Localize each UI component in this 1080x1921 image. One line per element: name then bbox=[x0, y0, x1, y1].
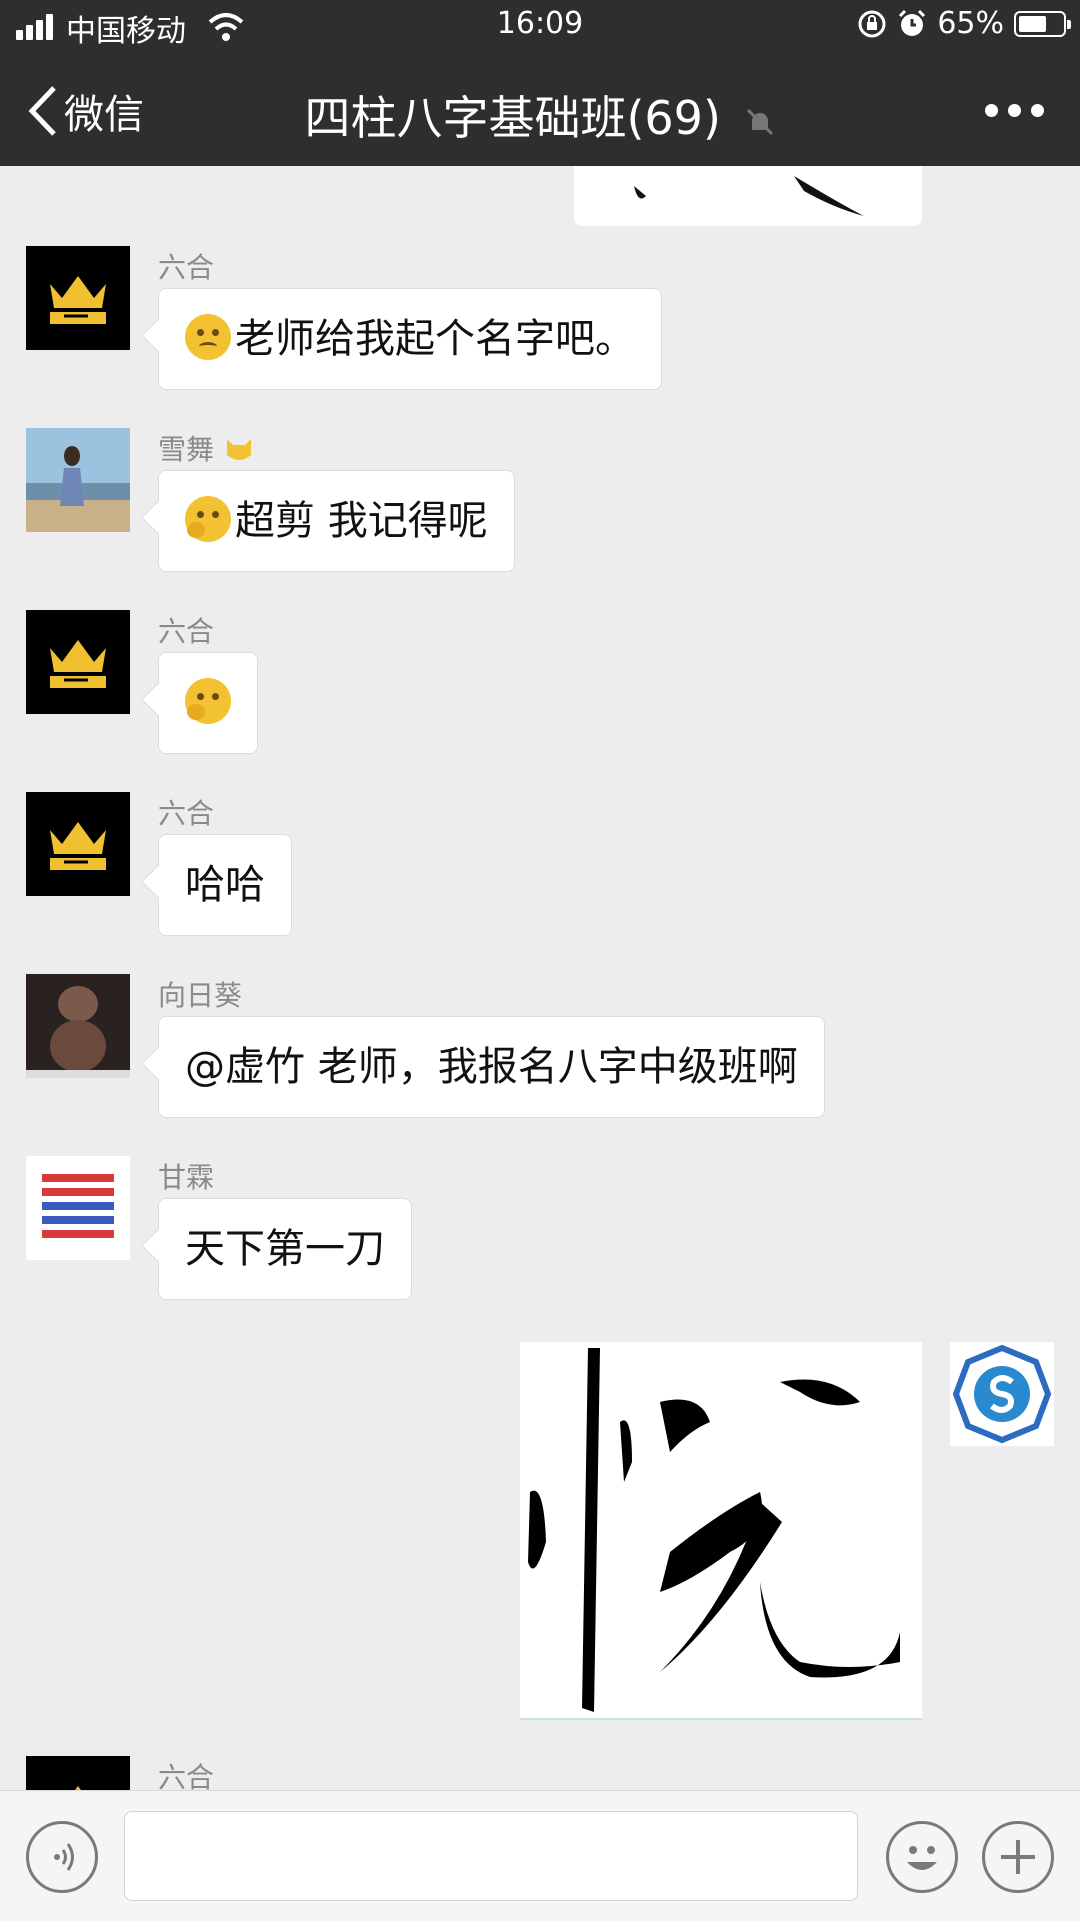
chat-title-text: 四柱八字基础班(69) bbox=[304, 91, 721, 145]
avatar[interactable] bbox=[26, 1756, 130, 1790]
message-bubble[interactable]: 哈哈 bbox=[158, 834, 292, 936]
mute-bell-icon bbox=[746, 108, 773, 135]
avatar[interactable] bbox=[26, 246, 130, 350]
sender-name: 向日葵 bbox=[158, 979, 243, 1012]
nav-bar: 微信 四柱八字基础班(69) bbox=[0, 54, 1080, 166]
chat-area[interactable]: 六合 老师给我起个名字吧。 雪舞 超剪 我记得呢 六合 六合 哈哈 向日葵 @虚… bbox=[0, 166, 1080, 1790]
battery-percent: 65% bbox=[937, 6, 1004, 41]
message-text: 老师给我起个名字吧。 bbox=[235, 316, 635, 362]
rotation-lock-icon bbox=[858, 10, 886, 37]
message-bubble[interactable] bbox=[158, 652, 258, 754]
more-icon bbox=[985, 104, 998, 117]
cat-emoji-icon bbox=[226, 439, 251, 460]
message-text: @虚竹 老师，我报名八字中级班啊 bbox=[185, 1044, 798, 1090]
thinking-emoji-icon bbox=[185, 496, 231, 542]
message-text: 天下第一刀 bbox=[185, 1226, 385, 1272]
message-text: 哈哈 bbox=[185, 862, 265, 908]
emoji-icon bbox=[185, 314, 231, 360]
image-message[interactable] bbox=[520, 1342, 922, 1720]
emoji-button[interactable] bbox=[886, 1821, 958, 1893]
avatar[interactable] bbox=[26, 610, 130, 714]
message-bubble[interactable]: 老师给我起个名字吧。 bbox=[158, 288, 662, 390]
top-bar: 中国移动 16:09 65% 微信 四柱八字基础班(69) bbox=[0, 0, 1080, 166]
voice-button[interactable] bbox=[26, 1821, 98, 1893]
thinking-emoji-icon bbox=[185, 678, 231, 724]
sender-name: 六合 bbox=[158, 1761, 215, 1790]
alarm-icon bbox=[899, 9, 926, 36]
message-bubble[interactable]: @虚竹 老师，我报名八字中级班啊 bbox=[158, 1016, 825, 1118]
avatar[interactable] bbox=[26, 1156, 130, 1260]
input-bar bbox=[0, 1790, 1080, 1921]
sender-name: 六合 bbox=[158, 615, 215, 648]
voice-icon bbox=[54, 1843, 74, 1871]
sender-name: 六合 bbox=[158, 797, 215, 830]
avatar[interactable] bbox=[26, 792, 130, 896]
message-bubble[interactable]: 超剪 我记得呢 bbox=[158, 470, 515, 572]
chat-title: 四柱八字基础班(69) bbox=[0, 82, 1080, 148]
more-button[interactable] bbox=[985, 104, 1044, 117]
avatar[interactable] bbox=[26, 974, 130, 1078]
emoji-icon bbox=[907, 1846, 937, 1870]
battery-fill bbox=[1019, 15, 1046, 32]
status-bar: 中国移动 16:09 65% bbox=[0, 0, 1080, 54]
plus-icon bbox=[1001, 1840, 1035, 1874]
plus-button[interactable] bbox=[982, 1821, 1054, 1893]
sender-name: 六合 bbox=[158, 251, 215, 284]
message-bubble[interactable]: 天下第一刀 bbox=[158, 1198, 412, 1300]
battery-icon bbox=[1014, 10, 1071, 37]
sender-name: 雪舞 bbox=[158, 428, 255, 468]
image-message-partial[interactable] bbox=[574, 166, 922, 226]
sender-name: 甘霖 bbox=[158, 1161, 215, 1194]
my-avatar[interactable] bbox=[950, 1342, 1054, 1446]
message-text: 超剪 我记得呢 bbox=[235, 498, 488, 544]
message-input[interactable] bbox=[124, 1811, 858, 1901]
avatar[interactable] bbox=[26, 428, 130, 532]
